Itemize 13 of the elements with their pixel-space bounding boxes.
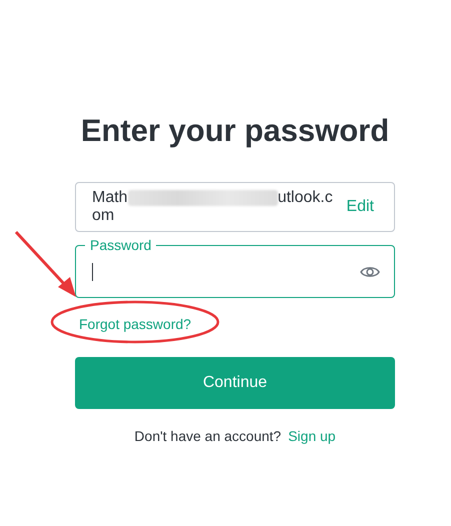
email-text-start: Math <box>92 189 128 207</box>
continue-button[interactable]: Continue <box>75 357 395 409</box>
email-text-end: utlook.c <box>278 189 333 207</box>
signup-link[interactable]: Sign up <box>288 428 336 444</box>
forgot-password-link[interactable]: Forgot password? <box>79 316 192 332</box>
page-title: Enter your password <box>80 113 390 149</box>
annotation-arrow <box>14 230 76 297</box>
email-text-continuation: om <box>92 207 116 225</box>
edit-link[interactable]: Edit <box>346 198 374 216</box>
signup-prompt: Don't have an account? <box>134 428 282 444</box>
password-label: Password <box>85 237 156 253</box>
eye-icon[interactable] <box>360 264 380 278</box>
text-cursor <box>92 262 93 280</box>
